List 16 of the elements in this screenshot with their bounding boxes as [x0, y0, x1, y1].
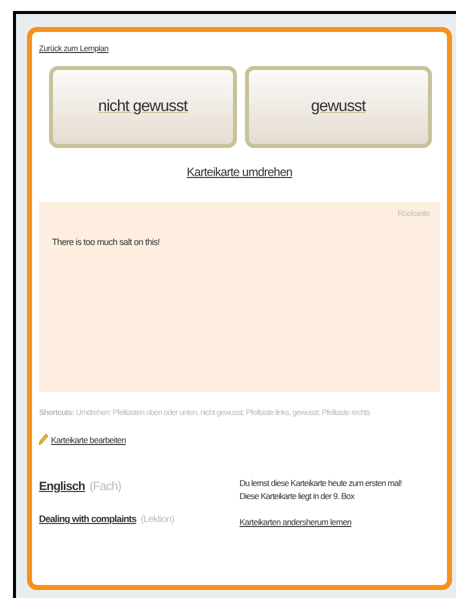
flip-link[interactable]: Karteikarte umdrehen: [186, 165, 292, 179]
info-text: Du lernst diese Karteikarte heute zum ersten mal!: [240, 477, 402, 490]
card-side-label: Rückseite: [398, 209, 430, 218]
back-link[interactable]: Zurück zum Lernplan: [39, 44, 108, 53]
info-text: Diese Karteikarte liegt in der 9. Box: [240, 490, 354, 503]
answer-button[interactable]: nicht gewusst: [49, 66, 236, 148]
reverse-link[interactable]: Karteikarten andersherum lernen: [240, 517, 352, 527]
subject-type: (Fach): [89, 479, 122, 493]
edit-link[interactable]: Karteikarte bearbeiten: [51, 434, 126, 444]
answer-button[interactable]: gewusst: [244, 66, 432, 148]
lesson-type: (Lektion): [140, 514, 174, 525]
subject-link[interactable]: Englisch: [39, 479, 86, 493]
shortcuts-text: Shortcuts: Umdrehen: Pfeiltasten oben oder unten, nicht gewusst: Pfeiltaste links, gewusst: Pfeiltaste rechts: [39, 408, 372, 417]
pencil-icon: [39, 434, 48, 445]
card-text: There is too much salt on this!: [52, 237, 161, 247]
lesson-link[interactable]: Dealing with complaints: [39, 514, 136, 525]
